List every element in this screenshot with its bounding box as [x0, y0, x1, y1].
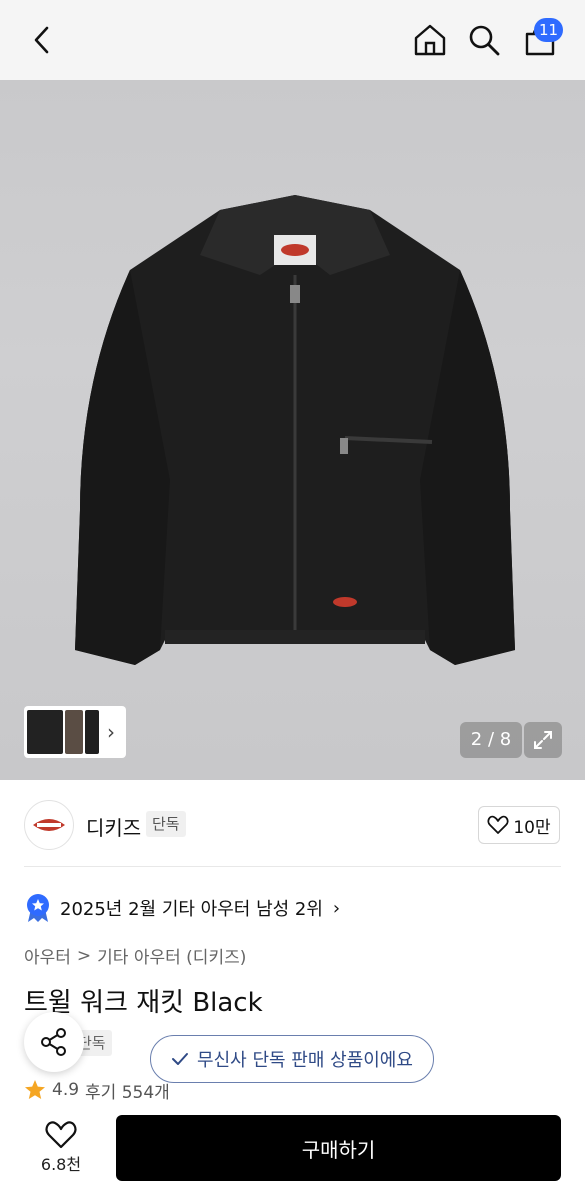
- product-jacket-image: [75, 195, 515, 665]
- rating-row[interactable]: 4.9 후기 554개: [24, 1078, 170, 1103]
- review-count[interactable]: 후기 554개: [85, 1078, 170, 1103]
- exclusive-badge: 단독: [146, 811, 186, 837]
- heart-icon: [487, 815, 509, 834]
- breadcrumb-item[interactable]: 기타 아우터 (디키즈): [97, 943, 246, 968]
- ranking-text: 2025년 2월 기타 아우터 남성 2위: [60, 899, 323, 920]
- dickies-logo-icon: [33, 819, 65, 831]
- breadcrumb-separator: >: [76, 945, 92, 966]
- thumbnail-image[interactable]: [85, 710, 99, 754]
- back-arrow-icon: [34, 26, 49, 54]
- expand-icon: [534, 731, 552, 749]
- exclusive-toast: 무신사 단독 판매 상품이에요: [150, 1035, 434, 1083]
- star-icon: [25, 1080, 45, 1099]
- heart-icon: [45, 1121, 77, 1149]
- search-button[interactable]: [464, 20, 504, 60]
- thumbnail-image[interactable]: [65, 710, 83, 754]
- brand-name[interactable]: 디키즈: [86, 812, 141, 841]
- share-icon: [41, 1028, 66, 1056]
- bottom-action-bar: 6.8천 구매하기: [0, 1100, 585, 1200]
- back-button[interactable]: [24, 22, 60, 58]
- product-like-button[interactable]: 6.8천: [24, 1116, 98, 1180]
- cart-count-badge: 11: [534, 18, 564, 42]
- product-image-carousel[interactable]: › 2 / 8: [0, 80, 585, 780]
- home-icon: [414, 24, 446, 56]
- rating-value: 4.9: [52, 1080, 80, 1100]
- ranking-link[interactable]: 2025년 2월 기타 아우터 남성 2위 ›: [24, 892, 340, 924]
- thumbnail-strip[interactable]: ›: [24, 706, 126, 758]
- thumbnail-image[interactable]: [27, 710, 63, 754]
- chevron-right-icon: ›: [332, 897, 341, 919]
- buy-button[interactable]: 구매하기: [116, 1115, 561, 1181]
- divider: [24, 866, 561, 867]
- breadcrumb: 아우터 > 기타 아우터 (디키즈): [24, 943, 246, 969]
- toast-text: 무신사 단독 판매 상품이에요: [197, 1050, 413, 1071]
- chevron-right-icon: ›: [107, 720, 115, 744]
- check-icon: [172, 1053, 189, 1065]
- home-button[interactable]: [410, 20, 450, 60]
- brand-row: 디키즈 단독 10만: [0, 780, 585, 868]
- breadcrumb-item[interactable]: 아우터: [24, 943, 71, 968]
- share-button[interactable]: [24, 1012, 84, 1072]
- brand-logo[interactable]: [24, 800, 74, 850]
- product-like-count: 6.8천: [40, 1155, 82, 1174]
- expand-button[interactable]: [524, 722, 562, 758]
- page-indicator: 2 / 8: [460, 722, 522, 758]
- brand-like-count: 10만: [513, 817, 551, 838]
- top-bar: 11: [0, 0, 585, 80]
- search-icon: [469, 25, 500, 56]
- badge-icon: [27, 894, 49, 922]
- brand-like-button[interactable]: 10만: [478, 806, 560, 844]
